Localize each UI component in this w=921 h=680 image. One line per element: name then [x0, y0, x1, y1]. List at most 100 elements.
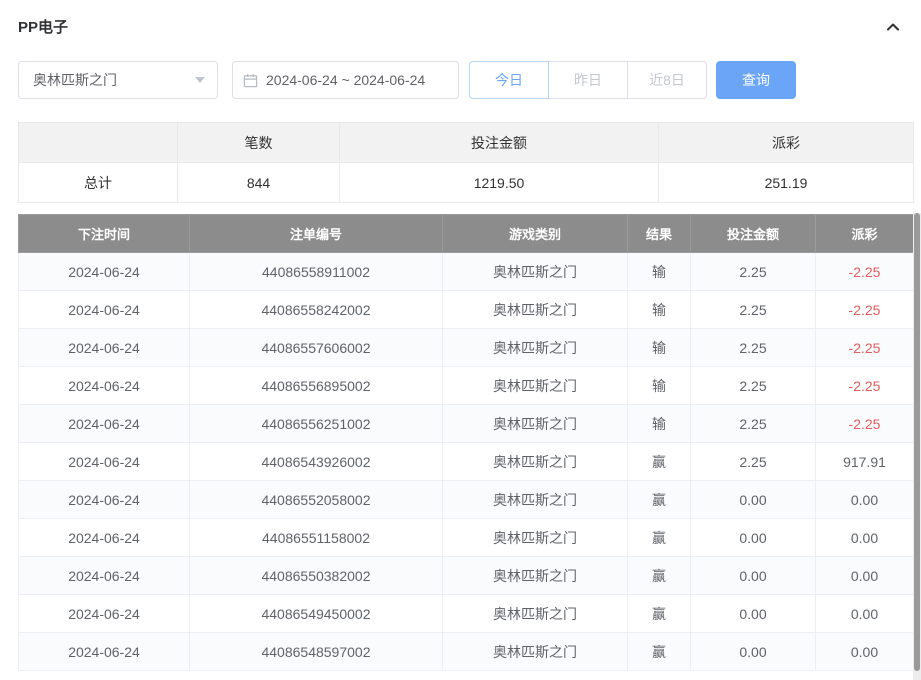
payout-cell: 917.91	[816, 443, 914, 481]
result-cell: 输	[628, 329, 691, 367]
summary-column-header	[19, 123, 178, 163]
bet-amount-cell: 0.00	[691, 557, 816, 595]
panel-header: PP电子	[0, 0, 921, 61]
result-cell: 赢	[628, 443, 691, 481]
column-header: 游戏类别	[443, 215, 628, 253]
game-cell: 奥林匹斯之门	[443, 481, 628, 519]
column-header: 投注金额	[691, 215, 816, 253]
quick-filter-group: 今日昨日近8日	[469, 61, 707, 99]
order-id-cell: 44086543926002	[190, 443, 443, 481]
collapse-chevron-up-icon[interactable]	[885, 19, 901, 35]
game-cell: 奥林匹斯之门	[443, 329, 628, 367]
calendar-icon	[243, 73, 258, 88]
table-row: 2024-06-2444086548597002奥林匹斯之门赢0.000.00	[19, 633, 914, 671]
game-select-value: 奥林匹斯之门	[33, 70, 117, 90]
payout-cell: -2.25	[816, 329, 914, 367]
bet-amount-cell: 0.00	[691, 595, 816, 633]
quick-filter-button[interactable]: 昨日	[548, 61, 628, 99]
summary-table: 笔数投注金额派彩 总计 844 1219.50 251.19	[18, 122, 914, 203]
game-select[interactable]: 奥林匹斯之门	[18, 61, 218, 99]
table-row: 2024-06-2444086556251002奥林匹斯之门输2.25-2.25	[19, 405, 914, 443]
table-body: 2024-06-2444086558911002奥林匹斯之门输2.25-2.25…	[19, 253, 914, 671]
payout-cell: 0.00	[816, 595, 914, 633]
bet-time-cell: 2024-06-24	[19, 291, 190, 329]
bet-amount-cell: 2.25	[691, 291, 816, 329]
order-id-cell: 44086552058002	[190, 481, 443, 519]
result-cell: 输	[628, 291, 691, 329]
payout-cell: -2.25	[816, 291, 914, 329]
order-id-cell: 44086558242002	[190, 291, 443, 329]
result-cell: 输	[628, 253, 691, 291]
quick-filter-button[interactable]: 今日	[469, 61, 549, 99]
game-cell: 奥林匹斯之门	[443, 633, 628, 671]
game-cell: 奥林匹斯之门	[443, 367, 628, 405]
bet-time-cell: 2024-06-24	[19, 633, 190, 671]
game-cell: 奥林匹斯之门	[443, 405, 628, 443]
date-range-picker[interactable]: 2024-06-24 ~ 2024-06-24	[232, 61, 459, 99]
column-header: 派彩	[816, 215, 914, 253]
bet-amount-cell: 0.00	[691, 519, 816, 557]
result-cell: 赢	[628, 557, 691, 595]
table-row: 2024-06-2444086558911002奥林匹斯之门输2.25-2.25	[19, 253, 914, 291]
payout-cell: -2.25	[816, 253, 914, 291]
summary-column-header: 派彩	[659, 123, 914, 163]
game-cell: 奥林匹斯之门	[443, 519, 628, 557]
summary-count: 844	[178, 163, 340, 203]
summary-bet-amount: 1219.50	[340, 163, 659, 203]
order-id-cell: 44086551158002	[190, 519, 443, 557]
table-row: 2024-06-2444086551158002奥林匹斯之门赢0.000.00	[19, 519, 914, 557]
payout-cell: 0.00	[816, 519, 914, 557]
order-id-cell: 44086550382002	[190, 557, 443, 595]
table-header-row: 下注时间注单编号游戏类别结果投注金额派彩	[19, 215, 914, 253]
result-cell: 赢	[628, 481, 691, 519]
order-id-cell: 44086549450002	[190, 595, 443, 633]
bet-time-cell: 2024-06-24	[19, 557, 190, 595]
payout-cell: -2.25	[816, 405, 914, 443]
chevron-down-icon	[195, 77, 205, 83]
bet-amount-cell: 2.25	[691, 329, 816, 367]
order-id-cell: 44086556251002	[190, 405, 443, 443]
table-row: 2024-06-2444086557606002奥林匹斯之门输2.25-2.25	[19, 329, 914, 367]
filter-bar: 奥林匹斯之门 2024-06-24 ~ 2024-06-24 今日昨日近8日 查…	[0, 61, 921, 99]
payout-cell: 0.00	[816, 557, 914, 595]
table-row: 2024-06-2444086556895002奥林匹斯之门输2.25-2.25	[19, 367, 914, 405]
summary-column-header: 投注金额	[340, 123, 659, 163]
game-cell: 奥林匹斯之门	[443, 291, 628, 329]
table-row: 2024-06-2444086543926002奥林匹斯之门赢2.25917.9…	[19, 443, 914, 481]
bet-amount-cell: 2.25	[691, 253, 816, 291]
bet-amount-cell: 0.00	[691, 481, 816, 519]
bet-time-cell: 2024-06-24	[19, 367, 190, 405]
order-id-cell: 44086558911002	[190, 253, 443, 291]
payout-cell: -2.25	[816, 367, 914, 405]
order-id-cell: 44086557606002	[190, 329, 443, 367]
result-cell: 输	[628, 405, 691, 443]
bet-time-cell: 2024-06-24	[19, 519, 190, 557]
bet-amount-cell: 2.25	[691, 443, 816, 481]
bet-time-cell: 2024-06-24	[19, 481, 190, 519]
summary-total-row: 总计 844 1219.50 251.19	[19, 163, 914, 203]
result-cell: 赢	[628, 633, 691, 671]
date-range-value: 2024-06-24 ~ 2024-06-24	[266, 72, 425, 88]
game-cell: 奥林匹斯之门	[443, 595, 628, 633]
bet-time-cell: 2024-06-24	[19, 443, 190, 481]
table-row: 2024-06-2444086549450002奥林匹斯之门赢0.000.00	[19, 595, 914, 633]
table-row: 2024-06-2444086552058002奥林匹斯之门赢0.000.00	[19, 481, 914, 519]
payout-cell: 0.00	[816, 633, 914, 671]
bet-amount-cell: 2.25	[691, 367, 816, 405]
column-header: 下注时间	[19, 215, 190, 253]
result-cell: 输	[628, 367, 691, 405]
order-id-cell: 44086556895002	[190, 367, 443, 405]
result-cell: 赢	[628, 519, 691, 557]
game-cell: 奥林匹斯之门	[443, 253, 628, 291]
bet-time-cell: 2024-06-24	[19, 405, 190, 443]
column-header: 注单编号	[190, 215, 443, 253]
column-header: 结果	[628, 215, 691, 253]
summary-payout: 251.19	[659, 163, 914, 203]
search-button[interactable]: 查询	[716, 61, 796, 99]
quick-filter-button[interactable]: 近8日	[627, 61, 707, 99]
scrollbar-thumb[interactable]	[914, 213, 920, 671]
game-cell: 奥林匹斯之门	[443, 557, 628, 595]
table-scrollbar	[913, 213, 921, 680]
bet-time-cell: 2024-06-24	[19, 329, 190, 367]
table-row: 2024-06-2444086550382002奥林匹斯之门赢0.000.00	[19, 557, 914, 595]
